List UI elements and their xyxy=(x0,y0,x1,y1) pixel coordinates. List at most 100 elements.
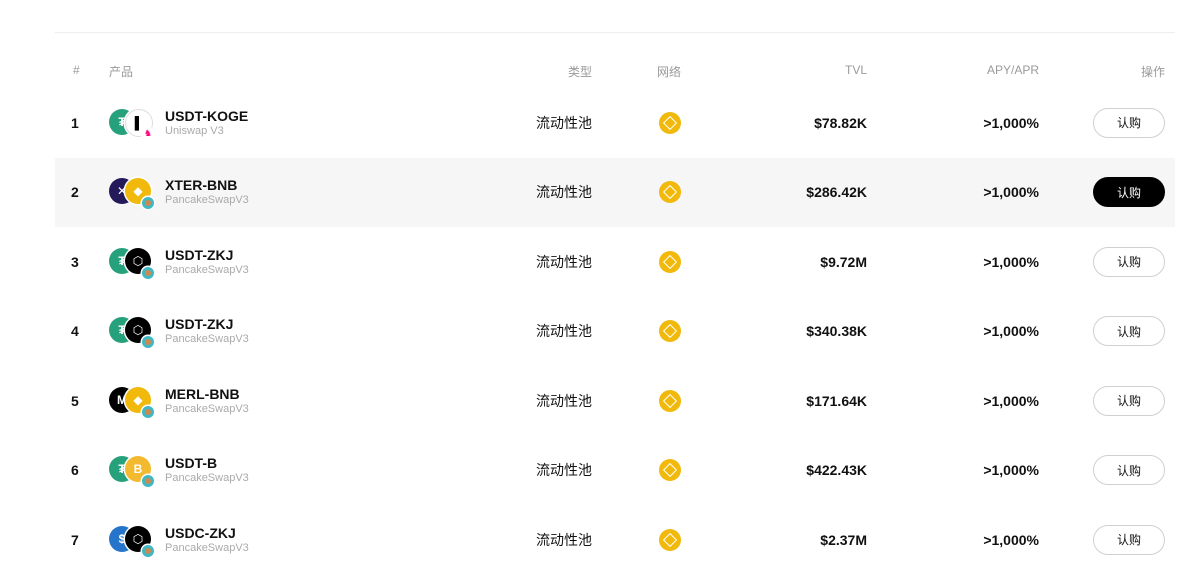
dex-name: PancakeSwapV3 xyxy=(165,402,249,415)
pair-name: USDT-KOGE xyxy=(165,107,249,124)
bnb-chain-icon xyxy=(659,389,681,412)
row-number: 3 xyxy=(71,253,79,270)
apy-value: >1,000% xyxy=(983,462,1039,479)
dex-name: PancakeSwapV3 xyxy=(165,263,249,276)
bnb-chain-icon xyxy=(659,528,681,551)
apy-value: >1,000% xyxy=(983,114,1039,131)
apy-value: >1,000% xyxy=(983,323,1039,340)
tvl-value: $78.82K xyxy=(814,114,867,131)
token-pair-icons: ₮ ▌ ♞ xyxy=(109,105,157,141)
subscribe-button[interactable]: 认购 xyxy=(1093,455,1165,486)
pancakeswap-icon xyxy=(142,475,154,488)
apy-value: >1,000% xyxy=(983,531,1039,548)
table-row[interactable]: 7 $ ⬡ USDC-ZKJ PancakeSwapV3 流动性池 $2.37M… xyxy=(55,505,1175,575)
product-cell: ✕ ◆ XTER-BNB PancakeSwapV3 xyxy=(109,158,249,228)
table-row[interactable]: 4 ₮ ⬡ USDT-ZKJ PancakeSwapV3 流动性池 $340.3… xyxy=(55,297,1175,367)
uniswap-icon: ♞ xyxy=(142,127,154,140)
product-cell: $ ⬡ USDC-ZKJ PancakeSwapV3 xyxy=(109,505,249,575)
token-pair-icons: ₮ ⬡ xyxy=(109,244,157,280)
token-pair-icons: M ◆ xyxy=(109,383,157,419)
pancakeswap-icon xyxy=(142,197,154,210)
pool-type: 流动性池 xyxy=(536,531,592,548)
row-number: 4 xyxy=(71,323,79,340)
subscribe-button[interactable]: 认购 xyxy=(1093,107,1165,138)
header-type: 类型 xyxy=(567,65,592,79)
row-number: 7 xyxy=(71,531,79,548)
pancakeswap-icon xyxy=(142,336,154,349)
subscribe-button[interactable]: 认购 xyxy=(1093,316,1165,347)
table-row[interactable]: 3 ₮ ⬡ USDT-ZKJ PancakeSwapV3 流动性池 $9.72M… xyxy=(55,227,1175,297)
network-cell xyxy=(659,88,681,158)
pool-type: 流动性池 xyxy=(536,392,592,409)
table-row[interactable]: 5 M ◆ MERL-BNB PancakeSwapV3 流动性池 $171.6… xyxy=(55,366,1175,436)
product-cell: ₮ ⬡ USDT-ZKJ PancakeSwapV3 xyxy=(109,227,249,297)
pair-name: USDT-ZKJ xyxy=(165,316,234,333)
dex-name: PancakeSwapV3 xyxy=(165,472,249,485)
token-pair-icons: ₮ ⬡ xyxy=(109,313,157,349)
bnb-chain-icon xyxy=(659,320,681,343)
product-cell: ₮ ⬡ USDT-ZKJ PancakeSwapV3 xyxy=(109,297,249,367)
pair-name: USDT-B xyxy=(165,455,218,472)
dex-name: PancakeSwapV3 xyxy=(165,541,249,554)
row-number: 1 xyxy=(71,114,79,131)
header-action: 操作 xyxy=(1140,65,1165,79)
dex-name: PancakeSwapV3 xyxy=(165,333,249,346)
pair-name: XTER-BNB xyxy=(165,177,238,194)
header-num: # xyxy=(73,63,80,77)
network-cell xyxy=(659,436,681,506)
table-row[interactable]: 2 ✕ ◆ XTER-BNB PancakeSwapV3 流动性池 $286.4… xyxy=(55,157,1175,228)
apy-value: >1,000% xyxy=(983,392,1039,409)
pool-type: 流动性池 xyxy=(536,184,592,201)
tvl-value: $286.42K xyxy=(806,184,867,201)
pool-type: 流动性池 xyxy=(536,462,592,479)
pancakeswap-icon xyxy=(142,266,154,279)
subscribe-button[interactable]: 认购 xyxy=(1093,177,1165,208)
token-pair-icons: ✕ ◆ xyxy=(109,174,157,210)
network-cell xyxy=(659,158,681,228)
header-tvl[interactable]: TVL xyxy=(845,63,867,77)
tvl-value: $2.37M xyxy=(820,531,867,548)
tvl-value: $340.38K xyxy=(806,323,867,340)
bnb-chain-icon xyxy=(659,181,681,204)
apy-value: >1,000% xyxy=(983,184,1039,201)
subscribe-button[interactable]: 认购 xyxy=(1093,385,1165,416)
product-cell: ₮ B USDT-B PancakeSwapV3 xyxy=(109,436,249,506)
pool-type: 流动性池 xyxy=(536,253,592,270)
dex-name: Uniswap V3 xyxy=(165,124,224,137)
tvl-value: $422.43K xyxy=(806,462,867,479)
pool-type: 流动性池 xyxy=(536,323,592,340)
pair-name: USDT-ZKJ xyxy=(165,246,234,263)
row-number: 5 xyxy=(71,392,79,409)
pair-name: USDC-ZKJ xyxy=(165,524,236,541)
bnb-chain-icon xyxy=(659,459,681,482)
bnb-chain-icon xyxy=(659,111,681,134)
network-cell xyxy=(659,227,681,297)
token-pair-icons: $ ⬡ xyxy=(109,522,157,558)
network-cell xyxy=(659,297,681,367)
header-product: 产品 xyxy=(109,65,134,79)
tvl-value: $171.64K xyxy=(806,392,867,409)
table-row[interactable]: 1 ₮ ▌ ♞ USDT-KOGE Uniswap V3 流动性池 $78.82… xyxy=(55,88,1175,158)
token-pair-icons: ₮ B xyxy=(109,452,157,488)
product-cell: M ◆ MERL-BNB PancakeSwapV3 xyxy=(109,366,249,436)
apy-value: >1,000% xyxy=(983,253,1039,270)
table-header: # 产品 类型 网络 TVL APY/APR 操作 xyxy=(55,52,1175,88)
pair-name: MERL-BNB xyxy=(165,385,240,402)
pancakeswap-icon xyxy=(142,405,154,418)
bnb-chain-icon xyxy=(659,250,681,273)
row-number: 6 xyxy=(71,462,79,479)
header-apy[interactable]: APY/APR xyxy=(987,63,1039,77)
dex-name: PancakeSwapV3 xyxy=(165,194,249,207)
product-cell: ₮ ▌ ♞ USDT-KOGE Uniswap V3 xyxy=(109,88,248,158)
subscribe-button[interactable]: 认购 xyxy=(1093,524,1165,555)
top-divider xyxy=(55,32,1175,33)
subscribe-button[interactable]: 认购 xyxy=(1093,246,1165,277)
network-cell xyxy=(659,505,681,575)
header-network: 网络 xyxy=(657,65,682,79)
tvl-value: $9.72M xyxy=(820,253,867,270)
pancakeswap-icon xyxy=(142,544,154,557)
table-row[interactable]: 6 ₮ B USDT-B PancakeSwapV3 流动性池 $422.43K… xyxy=(55,436,1175,506)
pool-type: 流动性池 xyxy=(536,114,592,131)
network-cell xyxy=(659,366,681,436)
pool-table: # 产品 类型 网络 TVL APY/APR 操作 1 ₮ ▌ ♞ USDT-K… xyxy=(55,52,1175,575)
